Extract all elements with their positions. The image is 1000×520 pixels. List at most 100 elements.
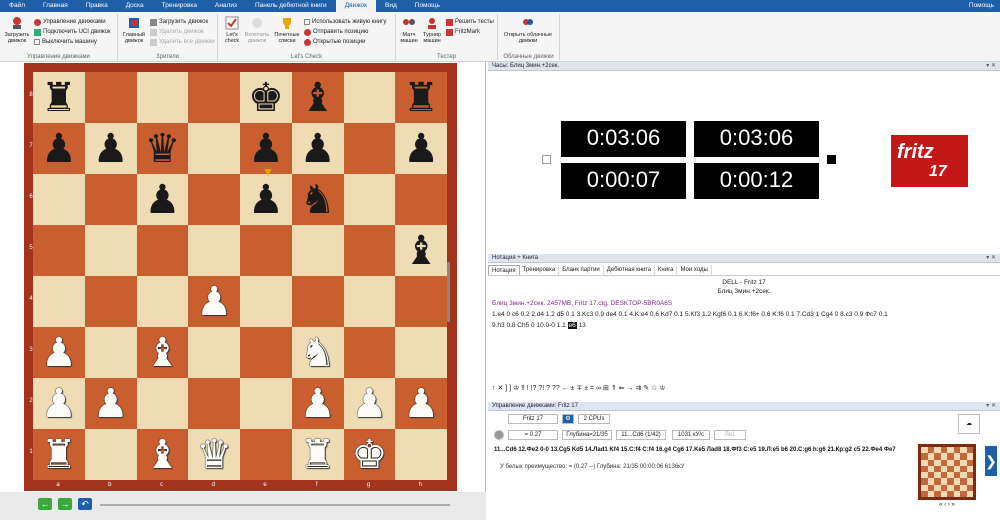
- back-button[interactable]: ←: [38, 498, 52, 510]
- square-g4[interactable]: [343, 276, 396, 327]
- square-f8[interactable]: ♝: [291, 72, 344, 123]
- square-d8[interactable]: [188, 72, 240, 123]
- remove-engine-button[interactable]: Удалить движок: [150, 28, 204, 36]
- engine-tournament-button[interactable]: Турнир машин: [420, 16, 444, 44]
- send-position-button[interactable]: Отправить позицию: [304, 28, 368, 36]
- square-b6[interactable]: [84, 174, 137, 225]
- black-rook-icon[interactable]: ♜: [403, 78, 439, 118]
- white-bishop-icon[interactable]: ♝: [144, 333, 180, 373]
- square-b7[interactable]: ♟: [84, 123, 137, 174]
- menu-edit[interactable]: Правка: [77, 0, 117, 12]
- engine-name-field[interactable]: Fritz 17: [508, 414, 558, 424]
- square-c1[interactable]: ♝: [136, 429, 189, 480]
- machine-off-toggle[interactable]: Выключить машину: [34, 38, 97, 46]
- use-live-book-toggle[interactable]: Использовать живую книгу: [304, 18, 386, 26]
- square-c4[interactable]: [136, 276, 189, 327]
- machine-off-checkbox[interactable]: [34, 39, 40, 45]
- help-link[interactable]: Помощь: [969, 0, 994, 12]
- move-slider[interactable]: [100, 504, 450, 506]
- square-e3[interactable]: [240, 327, 292, 378]
- square-f2[interactable]: ♟: [291, 378, 344, 429]
- white-pawn-icon[interactable]: ♟: [41, 384, 77, 424]
- square-f5[interactable]: [291, 225, 344, 276]
- black-pawn-icon[interactable]: ♟: [41, 129, 77, 169]
- engine-match-button[interactable]: Матч машин: [398, 16, 420, 44]
- main-engine-button[interactable]: Главный движок: [120, 16, 148, 44]
- square-c5[interactable]: [136, 225, 189, 276]
- menu-file[interactable]: Файл: [0, 0, 34, 12]
- square-h3[interactable]: [395, 327, 447, 378]
- notation-panel-controls-icon[interactable]: ▾ ✕: [986, 254, 996, 263]
- engine-panel-controls-icon[interactable]: ▾ ✕: [986, 402, 996, 411]
- square-h4[interactable]: [395, 276, 447, 327]
- square-e6[interactable]: ♟: [240, 174, 292, 225]
- use-live-book-checkbox[interactable]: [304, 19, 310, 25]
- menu-help[interactable]: Помощь: [406, 0, 449, 12]
- black-pawn-icon[interactable]: ♟: [248, 129, 284, 169]
- menu-training[interactable]: Тренировка: [153, 0, 206, 12]
- tab-notation[interactable]: Нотация: [488, 265, 520, 275]
- square-f1[interactable]: ♜: [291, 429, 344, 480]
- square-d1[interactable]: ♛: [188, 429, 240, 480]
- honor-lists-button[interactable]: Почетные списки: [272, 16, 302, 44]
- black-pawn-icon[interactable]: ♟: [144, 180, 180, 220]
- white-rook-icon[interactable]: ♜: [300, 435, 336, 475]
- square-h2[interactable]: ♟: [395, 378, 447, 429]
- forward-button[interactable]: →: [58, 498, 72, 510]
- square-a5[interactable]: [33, 225, 85, 276]
- square-e4[interactable]: [240, 276, 292, 327]
- square-a7[interactable]: ♟: [33, 123, 85, 174]
- undo-button[interactable]: ↶: [78, 498, 92, 510]
- black-queen-icon[interactable]: ♛: [144, 129, 180, 169]
- square-f6[interactable]: ♞: [291, 174, 344, 225]
- square-a4[interactable]: [33, 276, 85, 327]
- square-h5[interactable]: ♝: [395, 225, 447, 276]
- menu-board[interactable]: Доска: [117, 0, 153, 12]
- mini-board-nav[interactable]: « ‹ › »: [918, 502, 976, 508]
- menu-view[interactable]: Вид: [376, 0, 406, 12]
- square-a8[interactable]: ♜: [33, 72, 85, 123]
- remove-all-engines-button[interactable]: Удалить все движки: [150, 38, 215, 46]
- white-pawn-icon[interactable]: ♟: [93, 384, 129, 424]
- square-g2[interactable]: ♟: [343, 378, 396, 429]
- viewer-load-engine-button[interactable]: Загрузить движок: [150, 18, 208, 26]
- board-scrollbar[interactable]: [447, 262, 450, 322]
- engine-settings-icon[interactable]: ⚙: [562, 414, 574, 424]
- panel-controls-icon[interactable]: ▾ ✕: [986, 62, 996, 71]
- black-rook-icon[interactable]: ♜: [41, 78, 77, 118]
- square-d4[interactable]: ♟: [188, 276, 240, 327]
- square-b8[interactable]: [84, 72, 137, 123]
- square-g1[interactable]: ♚: [343, 429, 396, 480]
- square-g7[interactable]: [343, 123, 396, 174]
- square-h7[interactable]: ♟: [395, 123, 447, 174]
- black-knight-icon[interactable]: ♞: [300, 180, 336, 220]
- white-rook-icon[interactable]: ♜: [41, 435, 77, 475]
- black-pawn-icon[interactable]: ♟: [403, 129, 439, 169]
- square-c2[interactable]: [136, 378, 189, 429]
- engine-main-line[interactable]: 11...Cd6 12.Фe2 0-0 13.Cg5 Kd5 14.Лad1 K…: [494, 446, 914, 454]
- white-pawn-icon[interactable]: ♟: [196, 282, 232, 322]
- square-b2[interactable]: ♟: [84, 378, 137, 429]
- current-move[interactable]: e6: [567, 322, 577, 329]
- square-b5[interactable]: [84, 225, 137, 276]
- square-e5[interactable]: [240, 225, 292, 276]
- menu-opening-book[interactable]: Панель дебютной книги: [246, 0, 336, 12]
- open-positions-button[interactable]: Открытые позиции: [304, 38, 366, 46]
- square-c7[interactable]: ♛: [136, 123, 189, 174]
- square-f3[interactable]: ♞: [291, 327, 344, 378]
- square-f4[interactable]: [291, 276, 344, 327]
- square-e1[interactable]: [240, 429, 292, 480]
- solve-tests-button[interactable]: Решить тесты: [446, 18, 494, 26]
- white-pawn-icon[interactable]: ♟: [41, 333, 77, 373]
- cpus-field[interactable]: 2 CPUs: [578, 414, 610, 424]
- expand-chevron-icon[interactable]: ❯: [985, 446, 997, 476]
- mini-board[interactable]: [918, 444, 976, 500]
- manage-engines-button[interactable]: Управление движками: [34, 18, 106, 26]
- tab-opening-book[interactable]: Дебютная книга: [604, 265, 655, 275]
- menu-engine[interactable]: Движок: [335, 0, 376, 12]
- annotation-symbol-bar[interactable]: ↑ ✕ ] ] ♔ ‼ ! !? ?! ? ?? ← ± ∓ ± = ∞ ⊞ ⇑…: [492, 384, 992, 392]
- square-d7[interactable]: [188, 123, 240, 174]
- open-cloud-engines-button[interactable]: Открыть облачные движки: [500, 16, 556, 44]
- cloud-icon[interactable]: ☁: [958, 414, 980, 434]
- square-a2[interactable]: ♟: [33, 378, 85, 429]
